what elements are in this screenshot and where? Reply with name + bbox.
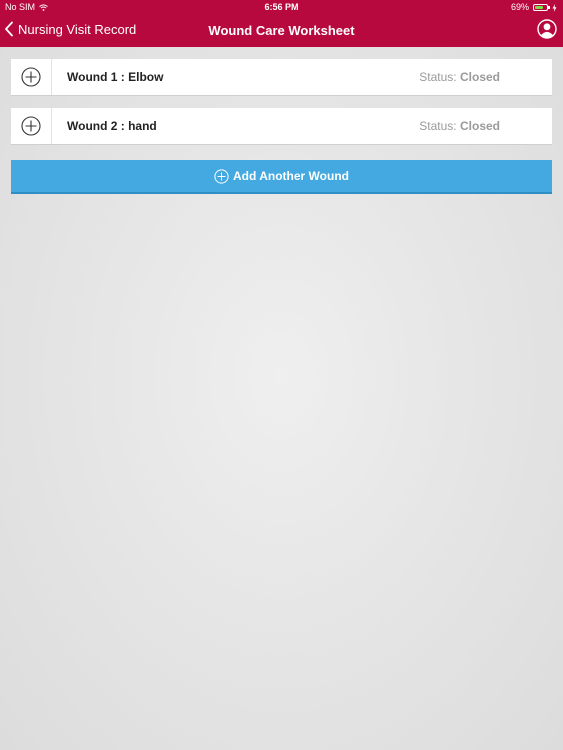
top-bar: No SIM 6:56 PM 69% Nursing Visit Record xyxy=(0,0,563,47)
battery-percent: 69% xyxy=(510,2,529,12)
wound-status-value: Closed xyxy=(459,70,500,84)
status-right: 69% xyxy=(511,0,557,15)
wound-status-value: Closed xyxy=(459,119,500,133)
plus-circle-icon xyxy=(21,116,41,136)
wound-name: Wound 1 : Elbow xyxy=(67,70,164,84)
profile-button[interactable] xyxy=(537,19,557,39)
wound-status-label: Status: xyxy=(419,119,457,133)
status-time: 6:56 PM xyxy=(264,2,299,12)
add-another-wound-label: Add Another Wound xyxy=(233,169,349,183)
charging-bolt-icon xyxy=(552,3,557,12)
wound-status: Status: Closed xyxy=(419,119,500,133)
wound-row[interactable]: Wound 1 : Elbow Status: Closed xyxy=(11,59,552,96)
wound-name: Wound 2 : hand xyxy=(67,119,157,133)
wound-status: Status: Closed xyxy=(419,70,500,84)
battery-icon xyxy=(533,4,550,11)
battery-level-fill xyxy=(535,6,543,9)
add-another-wound-button[interactable]: Add Another Wound xyxy=(11,160,552,194)
user-profile-icon xyxy=(537,19,557,39)
plus-circle-icon xyxy=(21,67,41,87)
expand-wound-button[interactable] xyxy=(11,59,52,95)
wound-row[interactable]: Wound 2 : hand Status: Closed xyxy=(11,108,552,145)
plus-circle-icon xyxy=(214,168,229,184)
navigation-bar: Nursing Visit Record Wound Care Workshee… xyxy=(0,15,563,47)
expand-wound-button[interactable] xyxy=(11,108,52,144)
wound-status-label: Status: xyxy=(419,70,457,84)
page-title: Wound Care Worksheet xyxy=(208,23,355,38)
status-bar: No SIM 6:56 PM 69% xyxy=(0,0,563,15)
